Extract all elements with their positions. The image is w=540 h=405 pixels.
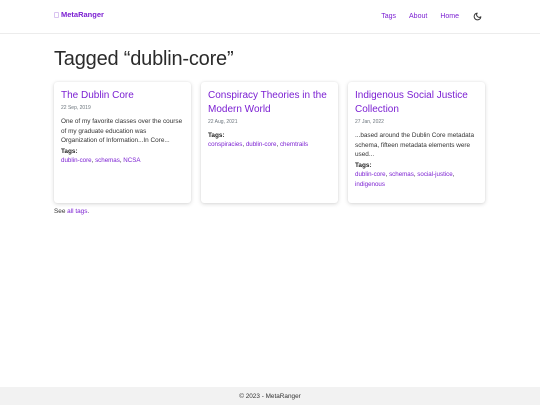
nav-link-home[interactable]: Home: [440, 13, 459, 20]
post-date: 22 Sep, 2019: [61, 105, 91, 111]
nav-links: Tags About Home: [368, 11, 482, 21]
tag-list: conspiracies, dublin-core, chemtrails: [208, 141, 309, 148]
tag-list: dublin-core, schemas, NCSA: [61, 156, 141, 164]
see-all-tags: See all tags.: [54, 208, 89, 215]
see-all-prefix: See: [54, 208, 66, 215]
theme-toggle-button[interactable]: [472, 11, 482, 21]
tags-label: Tags:: [61, 147, 78, 155]
post-card-list: The Dublin Core 22 Sep, 2019 One of my f…: [54, 82, 486, 203]
see-all-suffix: .: [87, 208, 90, 215]
post-card: Conspiracy Theories in the Modern World …: [201, 82, 338, 203]
tag-link[interactable]: dublin-core: [246, 141, 277, 148]
post-excerpt: ...based around the Dublin Core metadata…: [355, 132, 475, 158]
footer: © 2023 - MetaRanger: [0, 387, 540, 405]
tag-list: dublin-core, schemas, social-justice, in…: [355, 170, 455, 188]
all-tags-link[interactable]: all tags: [67, 208, 87, 215]
tag-link[interactable]: indigenous: [355, 181, 385, 188]
footer-copyright: © 2023 - MetaRanger: [239, 392, 301, 400]
tag-link[interactable]: chemtrails: [280, 141, 308, 148]
post-card: The Dublin Core 22 Sep, 2019 One of my f…: [54, 82, 191, 203]
post-date: 27 Jan, 2022: [355, 119, 384, 125]
tag-link[interactable]: dublin-core: [355, 171, 386, 178]
tag-link[interactable]: schemas: [95, 157, 120, 164]
tags-label: Tags:: [355, 161, 372, 169]
brand-link[interactable]: MetaRanger: [54, 10, 104, 19]
post-card: Indigenous Social Justice Collection 27 …: [348, 82, 485, 203]
nav-link-tags[interactable]: Tags: [381, 13, 396, 20]
tag-link[interactable]: social-justice: [417, 171, 452, 178]
tag-link[interactable]: schemas: [389, 171, 414, 178]
nav-link-about[interactable]: About: [409, 13, 427, 20]
post-title-link[interactable]: The Dublin Core: [61, 89, 184, 103]
moon-icon: [473, 12, 481, 20]
page-title: Tagged “dublin-core”: [54, 48, 234, 70]
brand-name: MetaRanger: [61, 10, 104, 19]
top-navbar: MetaRanger Tags About Home: [0, 0, 540, 34]
tag-link[interactable]: NCSA: [123, 157, 140, 164]
post-excerpt: One of my favorite classes over the cour…: [61, 118, 183, 144]
logo-icon: [54, 11, 59, 18]
post-title-link[interactable]: Indigenous Social Justice Collection: [355, 89, 478, 117]
post-title-link[interactable]: Conspiracy Theories in the Modern World: [208, 89, 331, 117]
post-date: 22 Aug, 2021: [208, 119, 238, 125]
tags-label: Tags:: [208, 132, 225, 139]
tag-link[interactable]: conspiracies: [208, 141, 242, 148]
tag-link[interactable]: dublin-core: [61, 157, 92, 164]
